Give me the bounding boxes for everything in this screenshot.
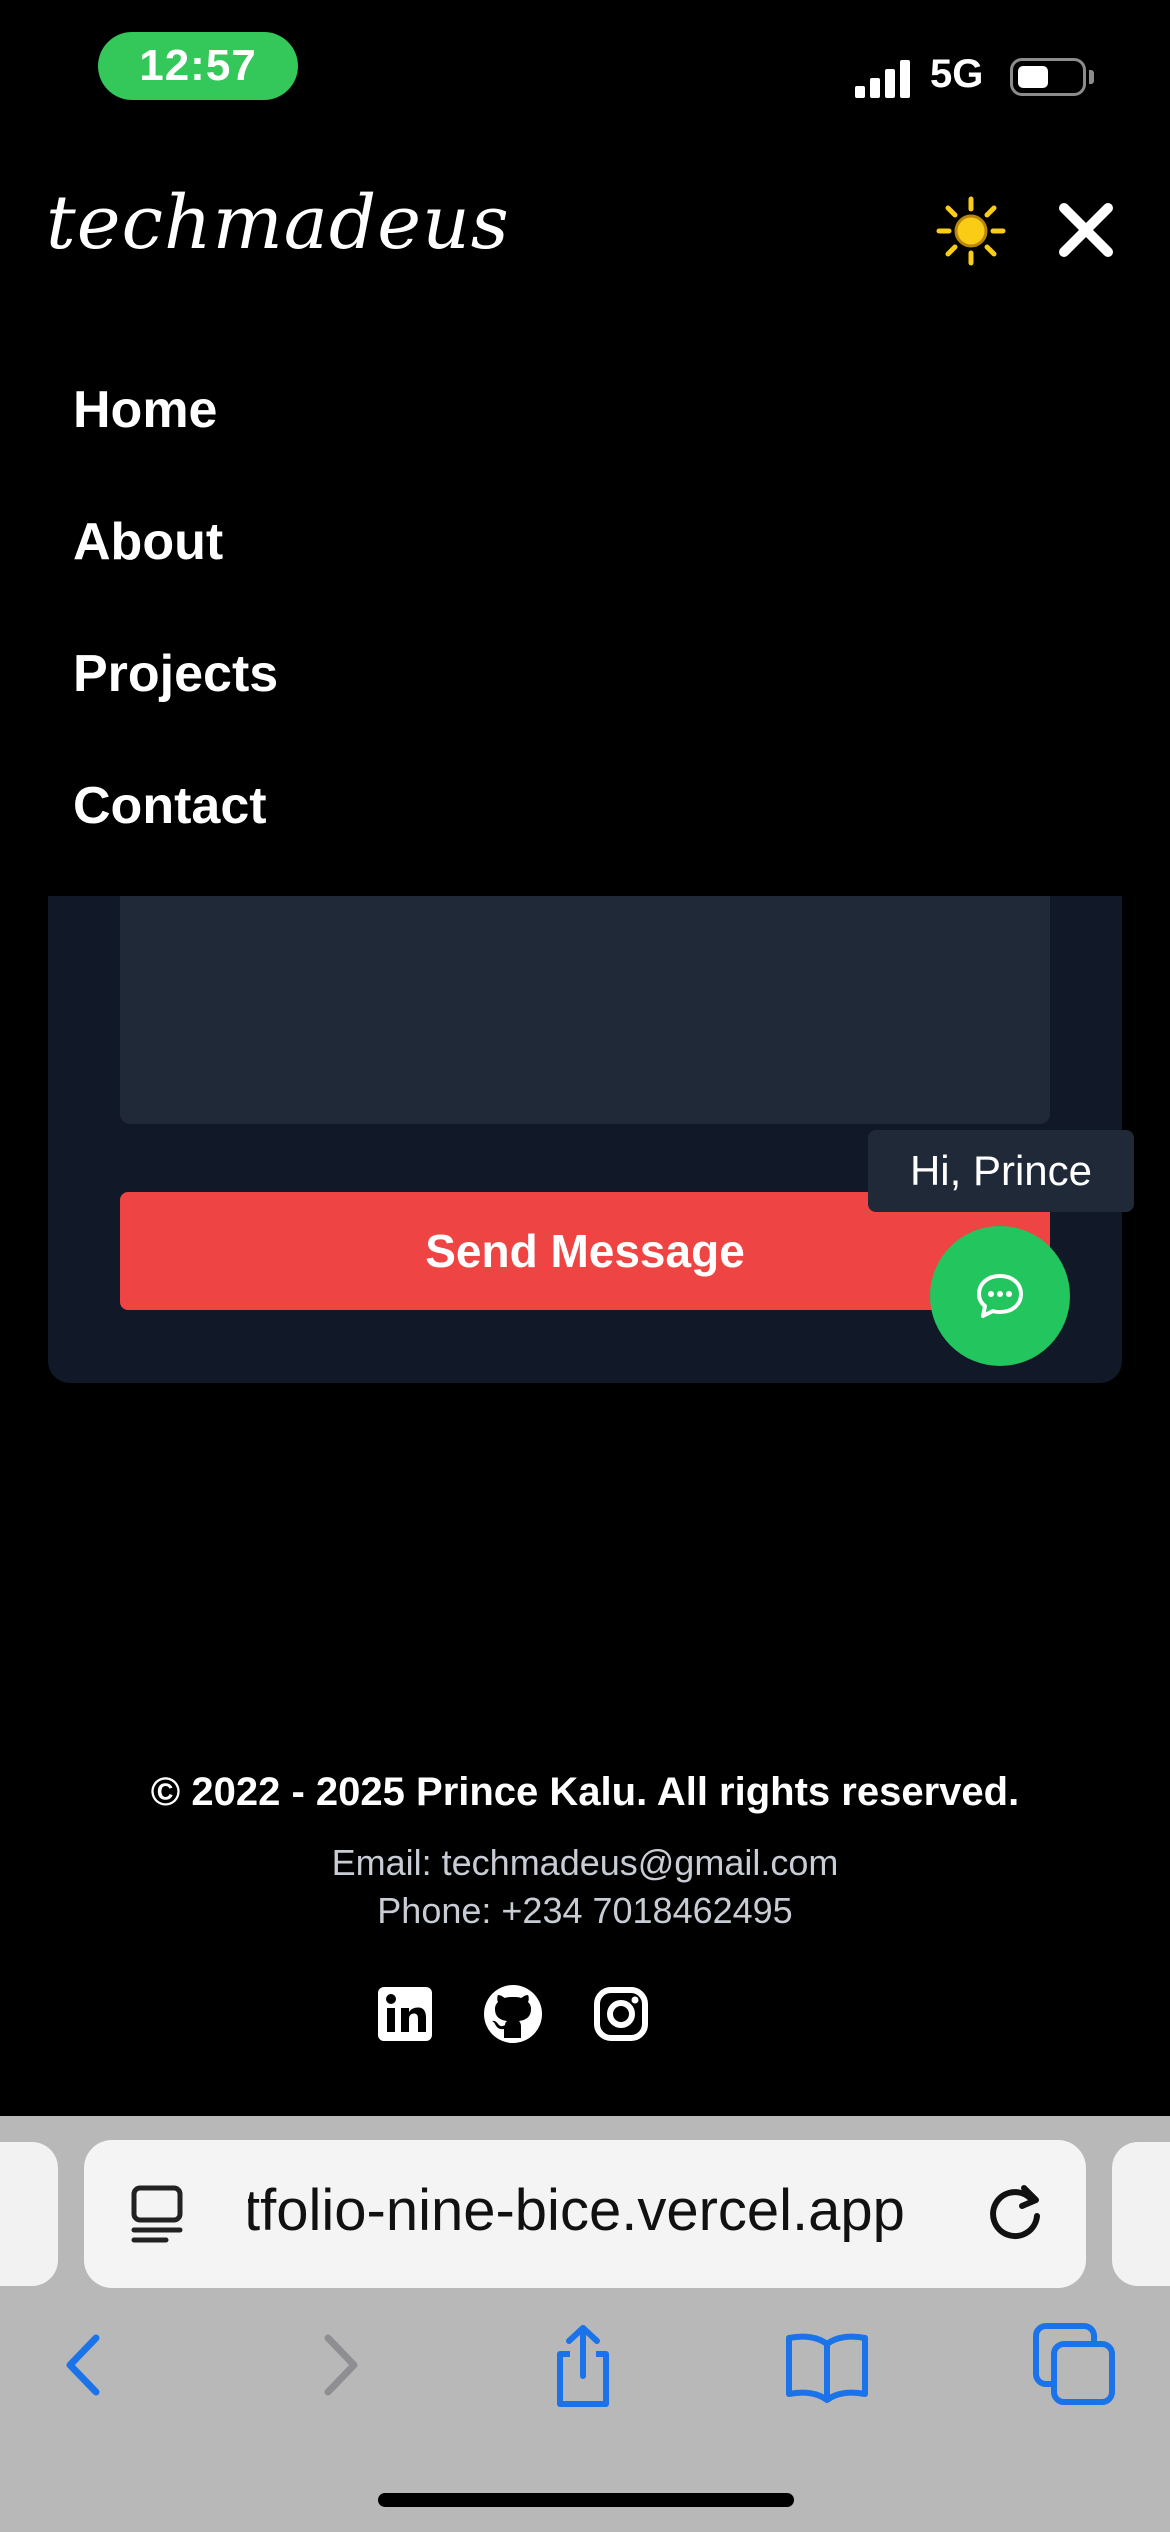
battery-nub [1089, 70, 1094, 84]
nav-item-home[interactable]: Home [73, 380, 217, 440]
status-time: 12:57 [139, 41, 257, 90]
next-tab-preview[interactable] [1112, 2142, 1170, 2286]
battery-fill [1018, 66, 1048, 88]
tabs-icon[interactable] [1030, 2320, 1120, 2410]
nav-item-projects[interactable]: Projects [73, 644, 278, 704]
url-text: tfolio-nine-bice.vercel.app [248, 2178, 905, 2243]
github-icon[interactable] [482, 1983, 544, 2045]
message-textarea[interactable] [120, 896, 1050, 1124]
forward-icon[interactable] [294, 2320, 384, 2410]
previous-tab-preview[interactable] [0, 2142, 58, 2286]
chat-greeting-tooltip: Hi, Prince [868, 1130, 1134, 1212]
chat-bubble-icon [977, 1274, 1023, 1318]
cellular-signal-icon [855, 58, 915, 98]
bookmarks-icon[interactable] [782, 2320, 872, 2410]
reload-icon[interactable] [980, 2178, 1050, 2248]
footer-copyright: © 2022 - 2025 Prince Kalu. All rights re… [150, 1770, 1020, 1814]
nav-item-about[interactable]: About [73, 512, 223, 572]
chat-button[interactable] [930, 1226, 1070, 1366]
home-indicator [378, 2493, 794, 2507]
nav-item-contact[interactable]: Contact [73, 776, 267, 836]
close-icon[interactable] [1054, 198, 1118, 262]
status-time-pill: 12:57 [98, 32, 298, 100]
sun-icon[interactable] [936, 196, 1006, 266]
instagram-icon[interactable] [590, 1983, 652, 2045]
back-icon[interactable] [40, 2320, 130, 2410]
network-type: 5G [930, 52, 984, 96]
address-url[interactable]: tfolio-nine-bice.vercel.app [248, 2177, 960, 2244]
site-logo[interactable]: techmadeus [46, 180, 510, 266]
share-icon[interactable] [538, 2320, 628, 2410]
footer-email: Email: techmadeus@gmail.com [331, 1842, 839, 1883]
battery-icon [1010, 58, 1086, 96]
page-menu-icon[interactable] [126, 2180, 192, 2246]
footer-phone: Phone: +234 7018462495 [377, 1890, 793, 1931]
linkedin-icon[interactable] [374, 1983, 436, 2045]
